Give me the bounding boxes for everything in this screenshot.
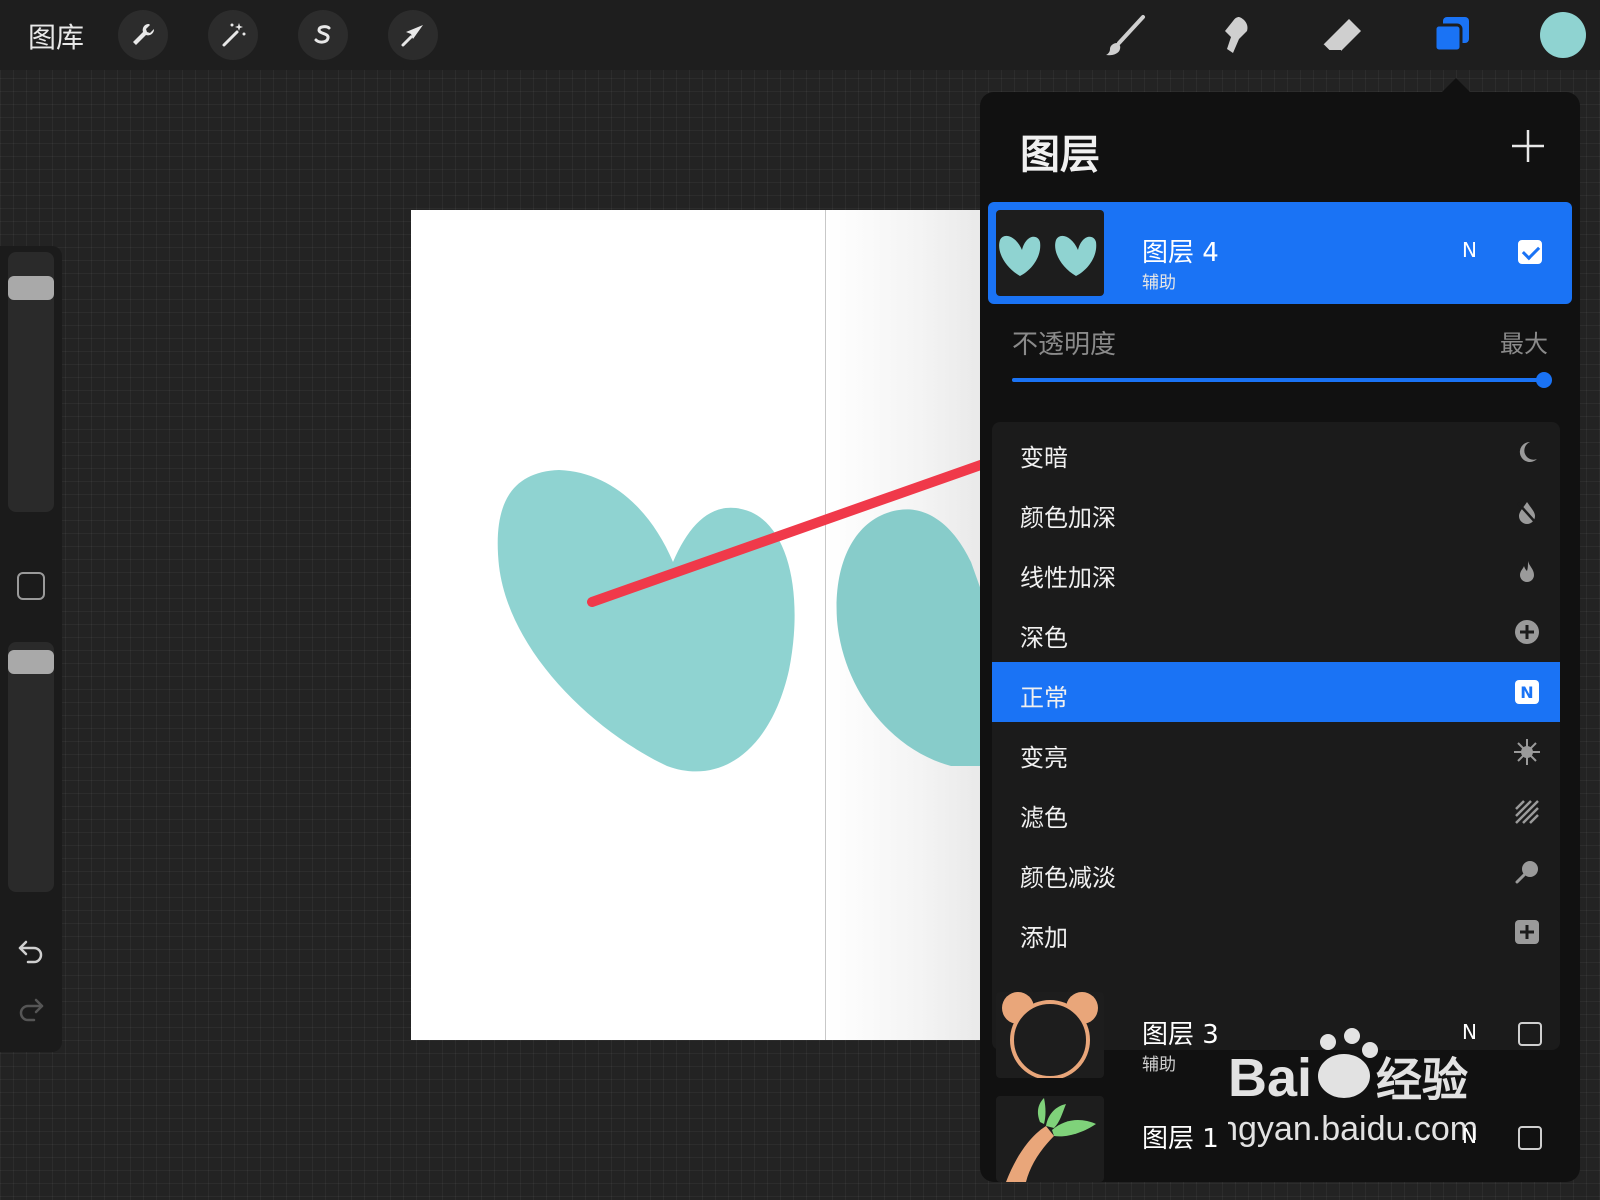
actions-button[interactable] (118, 10, 168, 60)
blend-mode-color-burn[interactable]: 颜色加深 (992, 482, 1560, 542)
layer-subtitle: 辅助 (1142, 273, 1176, 293)
layers-panel: 图层 图层 4 辅助 N 不透明度 最大 变暗 颜色加深 线性加深 深色 正常 … (980, 92, 1580, 1182)
moon-icon (1514, 439, 1540, 465)
left-sidebar (0, 246, 62, 1052)
blend-mode-color-dodge[interactable]: 颜色减淡 (992, 842, 1560, 902)
plus-square-icon (1514, 919, 1540, 945)
layer-name: 图层 4 (1142, 238, 1219, 268)
layers-tool-button[interactable] (1428, 12, 1476, 60)
blend-mode-label: 颜色减淡 (1020, 864, 1116, 892)
opacity-slider-knob[interactable] (1536, 372, 1552, 388)
gallery-button[interactable]: 图库 (28, 16, 84, 56)
magic-wand-icon (222, 23, 246, 47)
redo-icon[interactable] (16, 994, 46, 1024)
blend-mode-darker-color[interactable]: 深色 (992, 602, 1560, 662)
undo-icon[interactable] (16, 936, 46, 966)
brush-size-slider[interactable] (8, 252, 54, 512)
hatch-icon (1514, 799, 1540, 825)
n-badge-icon: N (1514, 679, 1540, 705)
panel-title: 图层 (1020, 132, 1100, 178)
plus-circle-icon (1514, 619, 1540, 645)
layer-thumbnail (996, 992, 1104, 1078)
blend-mode-label: 深色 (1020, 624, 1068, 652)
sun-icon (1514, 739, 1540, 765)
wrench-icon (133, 23, 155, 45)
layer-subtitle: 辅助 (1142, 1055, 1176, 1075)
dodge-icon (1514, 859, 1540, 885)
layer-blend-mode[interactable]: N (1462, 238, 1477, 262)
opacity-slider-fill (1012, 378, 1544, 382)
heart-shape-right (836, 509, 981, 766)
blend-mode-label: 滤色 (1020, 804, 1068, 832)
blend-mode-darken[interactable]: 变暗 (992, 422, 1560, 482)
top-toolbar: 图库 (0, 0, 1600, 70)
layer-row-4[interactable]: 图层 4 辅助 N (988, 202, 1572, 304)
layer-opacity-slider[interactable] (1012, 372, 1552, 388)
flame-icon (1514, 559, 1540, 585)
selection-button[interactable] (298, 10, 348, 60)
blend-mode-label: 添加 (1020, 924, 1068, 952)
layer-visibility-checkbox[interactable] (1518, 1126, 1542, 1150)
opacity-label: 不透明度 (1012, 330, 1117, 360)
blend-mode-label: 变暗 (1020, 444, 1068, 472)
opacity-thumb[interactable] (8, 650, 54, 674)
color-picker-swatch[interactable] (1540, 12, 1586, 58)
brush-size-thumb[interactable] (8, 276, 54, 300)
blend-mode-label: 变亮 (1020, 744, 1068, 772)
layer-blend-mode[interactable]: N (1462, 1124, 1477, 1148)
eraser-tool-button[interactable] (1318, 12, 1366, 60)
blend-mode-label: 线性加深 (1020, 564, 1116, 592)
blend-mode-screen[interactable]: 滤色 (992, 782, 1560, 842)
plus-icon[interactable] (1508, 126, 1548, 166)
drawing-canvas[interactable] (411, 210, 981, 1040)
modify-button[interactable] (17, 572, 45, 600)
layer-blend-mode[interactable]: N (1462, 1020, 1477, 1044)
layers-icon (1433, 17, 1469, 53)
opacity-slider[interactable] (8, 642, 54, 892)
layer-row-3[interactable]: 图层 3 辅助 N (988, 984, 1572, 1086)
opacity-value-label: 最大 (1500, 330, 1548, 358)
heart-artwork (497, 470, 981, 772)
layer-visibility-checkbox[interactable] (1518, 240, 1542, 264)
burn-icon (1514, 499, 1540, 525)
heart-shape-left (497, 470, 795, 772)
blend-mode-lighten[interactable]: 变亮 (992, 722, 1560, 782)
layer-thumbnail (996, 1096, 1104, 1182)
blend-mode-normal[interactable]: 正常 N (992, 662, 1560, 722)
blend-mode-label: 正常 (1020, 684, 1068, 712)
transform-arrow-icon (401, 25, 423, 47)
layer-name: 图层 3 (1142, 1020, 1219, 1050)
brush-icon (1106, 15, 1145, 56)
blend-mode-label: 颜色加深 (1020, 504, 1116, 532)
blend-mode-list: 变暗 颜色加深 线性加深 深色 正常 N 变亮 滤色 颜色减淡 添加 (992, 422, 1560, 1050)
n-badge-text: N (1520, 683, 1533, 702)
smudge-tool-button[interactable] (1210, 12, 1258, 60)
eraser-icon (1322, 19, 1361, 52)
adjustments-button[interactable] (208, 10, 258, 60)
transform-button[interactable] (388, 10, 438, 60)
brush-tool-button[interactable] (1102, 12, 1150, 60)
blend-mode-linear-burn[interactable]: 线性加深 (992, 542, 1560, 602)
smudge-icon (1225, 17, 1248, 53)
layer-name: 图层 1 (1142, 1124, 1219, 1154)
layer-thumbnail (996, 210, 1104, 296)
blend-mode-add[interactable]: 添加 (992, 902, 1560, 962)
selection-s-icon (314, 25, 331, 44)
layer-visibility-checkbox[interactable] (1518, 1022, 1542, 1046)
layer-row-1[interactable]: 图层 1 N (988, 1088, 1572, 1182)
